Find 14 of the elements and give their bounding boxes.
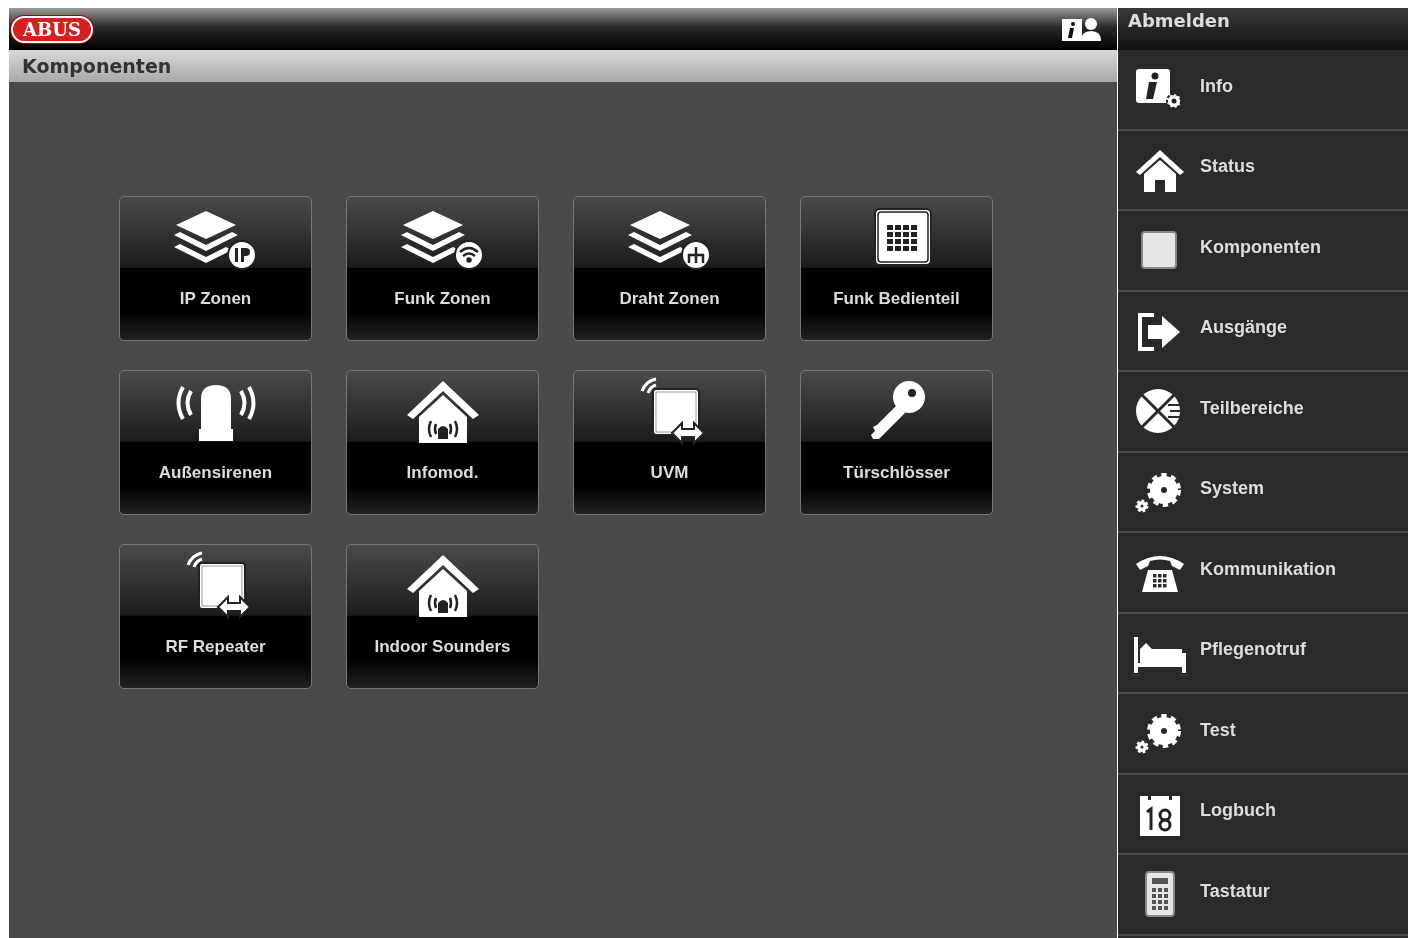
logout-link[interactable]: Abmelden (1128, 10, 1230, 31)
component-tile[interactable]: Funk Zonen (346, 196, 539, 341)
component-tile[interactable]: UVM (573, 370, 766, 515)
component-tile[interactable]: Außensirenen (119, 370, 312, 515)
component-tile[interactable]: RF Repeater (119, 544, 312, 689)
brand-logo: ABUS (11, 15, 93, 43)
info-user-icon[interactable] (1061, 15, 1101, 43)
component-tile[interactable]: Funk Bedienteil (800, 196, 993, 341)
component-tile[interactable]: IP Zonen (119, 196, 312, 341)
component-tile[interactable]: Draht Zonen (573, 196, 766, 341)
component-tile[interactable]: Türschlösser (800, 370, 993, 515)
page-title: Komponenten (22, 55, 172, 77)
component-tile[interactable]: Indoor Sounders (346, 544, 539, 689)
component-tile[interactable]: Infomod. (346, 370, 539, 515)
